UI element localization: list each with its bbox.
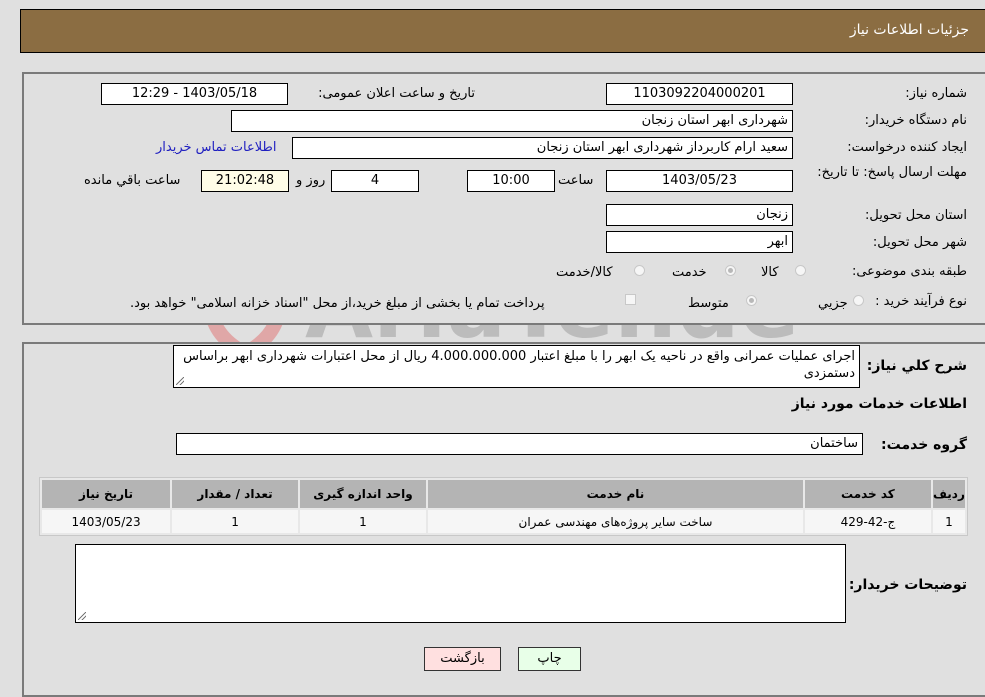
remaining-time-field: 21:02:48 xyxy=(201,170,289,192)
description-text: اجرای عملیات عمرانی واقع در ناحیه یک ابه… xyxy=(183,349,855,381)
col-header-service-name: نام خدمت xyxy=(427,480,803,508)
services-section-title: اطلاعات خدمات مورد نیاز xyxy=(791,396,967,412)
purchase-type-medium-label: متوسط xyxy=(688,296,729,311)
category-service-label: خدمت xyxy=(672,265,707,280)
category-goods-service-label: کالا/خدمت xyxy=(556,265,613,280)
description-label: شرح کلي نیاز: xyxy=(866,358,967,374)
purchase-type-medium-radio[interactable] xyxy=(746,295,757,306)
category-goods-label: کالا xyxy=(761,265,779,280)
buyer-contact-link[interactable]: اطلاعات تماس خریدار xyxy=(156,140,276,155)
category-service-radio[interactable] xyxy=(725,265,736,276)
col-header-unit: واحد اندازه گیری xyxy=(300,480,426,508)
delivery-city-field[interactable]: ابهر xyxy=(606,231,793,253)
deadline-date-field[interactable]: 1403/05/23 xyxy=(606,170,793,192)
cell-service-code: ج-42-429 xyxy=(804,510,931,533)
resize-grip-icon[interactable] xyxy=(78,612,86,620)
remaining-days-field[interactable]: 4 xyxy=(331,170,419,192)
col-header-need-date: تاریخ نیاز xyxy=(42,480,171,508)
deadline-label: مهلت ارسال پاسخ: تا تاریخ: xyxy=(817,165,967,180)
resize-grip-icon[interactable] xyxy=(176,377,184,385)
buyer-notes-label: توضیحات خریدار: xyxy=(848,577,967,593)
delivery-province-label: استان محل تحویل: xyxy=(865,208,967,223)
service-group-field[interactable]: ساختمان xyxy=(176,433,863,455)
need-number-label: شماره نیاز: xyxy=(905,86,967,101)
print-button[interactable]: چاپ xyxy=(518,647,581,671)
need-number-field[interactable]: 1103092204000201 xyxy=(606,83,793,105)
cell-unit: 1 xyxy=(300,510,426,533)
requester-label: ایجاد کننده درخواست: xyxy=(847,140,967,155)
back-button[interactable]: بازگشت xyxy=(424,647,501,671)
announce-datetime-field[interactable]: 1403/05/18 - 12:29 xyxy=(101,83,288,105)
purchase-type-minor-radio[interactable] xyxy=(853,295,864,306)
buyer-org-label: نام دستگاه خریدار: xyxy=(864,113,967,128)
deadline-time-field[interactable]: 10:00 xyxy=(467,170,555,192)
page-title: جزئیات اطلاعات نیاز xyxy=(849,22,969,38)
cell-need-date: 1403/05/23 xyxy=(42,510,171,533)
announce-datetime-label: تاریخ و ساعت اعلان عمومی: xyxy=(318,86,475,101)
table-header-row: ردیف کد خدمت نام خدمت واحد اندازه گیری ت… xyxy=(42,480,965,508)
delivery-city-label: شهر محل تحویل: xyxy=(872,235,967,250)
cell-row-number: 1 xyxy=(932,510,965,533)
page-header: جزئیات اطلاعات نیاز xyxy=(20,9,985,53)
category-goods-service-radio[interactable] xyxy=(634,265,645,276)
remaining-time-label: ساعت باقي مانده xyxy=(84,173,181,188)
treasury-bonds-checkbox[interactable] xyxy=(625,294,636,305)
purchase-type-label: نوع فرآیند خرید : xyxy=(875,294,967,309)
buyer-org-field[interactable]: شهرداری ابهر استان زنجان xyxy=(231,110,793,132)
cell-service-name: ساخت سایر پروژه‌های مهندسی عمران xyxy=(427,510,803,533)
description-textarea[interactable]: اجرای عملیات عمرانی واقع در ناحیه یک ابه… xyxy=(173,345,860,388)
col-header-service-code: کد خدمت xyxy=(804,480,931,508)
days-label: روز و xyxy=(296,173,326,188)
col-header-quantity: تعداد / مقدار xyxy=(172,480,299,508)
buyer-notes-textarea[interactable] xyxy=(75,544,846,623)
category-goods-radio[interactable] xyxy=(795,265,806,276)
purchase-type-minor-label: جزيي xyxy=(818,296,848,311)
table-row: 1 ج-42-429 ساخت سایر پروژه‌های مهندسی عم… xyxy=(42,510,965,533)
deadline-time-label: ساعت xyxy=(558,173,594,188)
requester-field[interactable]: سعید ارام کاربرداز شهرداری ابهر استان زن… xyxy=(292,137,793,159)
cell-quantity: 1 xyxy=(172,510,299,533)
category-label: طبقه بندی موضوعی: xyxy=(851,264,967,279)
service-group-label: گروه خدمت: xyxy=(881,437,967,453)
treasury-bonds-label: پرداخت تمام یا بخشی از مبلغ خرید،از محل … xyxy=(130,296,545,311)
col-header-row-number: ردیف xyxy=(932,480,965,508)
services-table: ردیف کد خدمت نام خدمت واحد اندازه گیری ت… xyxy=(39,477,968,536)
delivery-province-field[interactable]: زنجان xyxy=(606,204,793,226)
